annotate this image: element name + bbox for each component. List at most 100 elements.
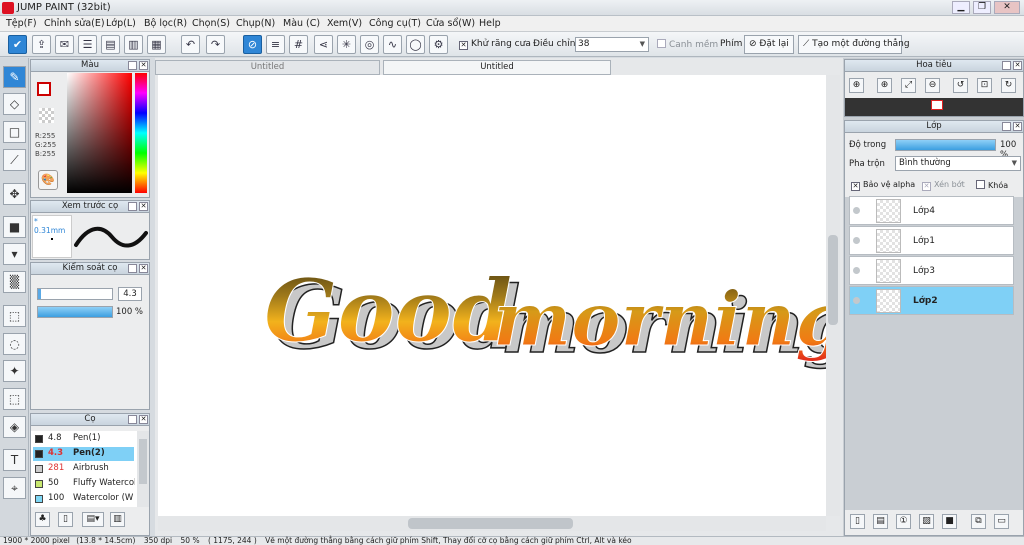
eyedropper-tool-icon[interactable]: ⌖ (3, 477, 26, 499)
no-ruler-icon[interactable]: ⊘ (243, 35, 262, 54)
menu-window[interactable]: Cửa sổ(W) (426, 18, 475, 29)
check-icon[interactable]: ✔ (8, 35, 27, 54)
brush-settings-icon[interactable]: ▥ (110, 512, 125, 527)
visibility-icon[interactable] (853, 237, 860, 244)
clip-toggle[interactable]: ✕ Xén bớt (922, 180, 965, 191)
blend-mode-select[interactable]: Bình thường ▼ (895, 156, 1021, 171)
lock-toggle[interactable]: Khóa (976, 180, 1008, 190)
close-icon[interactable]: ✕ (139, 202, 148, 211)
lasso-tool-icon[interactable]: ◌ (3, 333, 26, 355)
brush-size-value[interactable]: 4.3 (118, 287, 142, 301)
visibility-icon[interactable] (853, 297, 860, 304)
folder-icon[interactable]: ■ (942, 514, 957, 529)
select-eraser-tool-icon[interactable]: ◈ (3, 416, 26, 438)
hue-slider[interactable] (135, 73, 147, 193)
bucket-tool-icon[interactable]: ▾ (3, 243, 26, 265)
list-icon[interactable]: ☰ (78, 35, 97, 54)
settings-icon[interactable]: ⚙ (429, 35, 448, 54)
move-tool-icon[interactable]: ✥ (3, 183, 26, 205)
ellipse-icon[interactable]: ◯ (406, 35, 425, 54)
merge-layer-icon[interactable]: ⧉ (971, 514, 986, 529)
eraser-tool-icon[interactable]: ◇ (3, 93, 26, 115)
layer-opacity-slider[interactable] (895, 139, 996, 151)
saturation-brightness-picker[interactable] (67, 73, 132, 193)
brush-list-scroll-thumb[interactable] (139, 439, 147, 484)
brush-item[interactable]: 4.8 Pen(1) (33, 432, 134, 446)
brush-list-scrollbar[interactable] (137, 431, 149, 507)
select-pen-tool-icon[interactable]: ⬚ (3, 388, 26, 410)
menu-layer[interactable]: Lớp(L) (106, 18, 136, 29)
tone-layer-icon[interactable]: ▨ (919, 514, 934, 529)
close-icon[interactable]: ✕ (139, 61, 148, 70)
navigator-preview[interactable] (845, 98, 1023, 116)
duplicate-layer-icon[interactable]: ▤ (873, 514, 888, 529)
concentric-icon[interactable]: ◎ (360, 35, 379, 54)
magic-wand-tool-icon[interactable]: ✦ (3, 360, 26, 382)
menu-help[interactable]: Help (479, 18, 501, 29)
navigator-viewport-box[interactable] (931, 100, 943, 110)
menu-filter[interactable]: Bộ lọc(R) (144, 18, 187, 29)
comment-icon[interactable]: ✉ (55, 35, 74, 54)
fill-rect-tool-icon[interactable]: ■ (3, 216, 26, 238)
soft-align-checkbox[interactable] (657, 39, 666, 48)
menu-file[interactable]: Tệp(F) (6, 18, 37, 29)
undock-icon[interactable] (1002, 61, 1011, 70)
brush-item-selected[interactable]: 4.3 Pen(2) (33, 447, 134, 461)
curve-icon[interactable]: ∿ (383, 35, 402, 54)
close-icon[interactable]: ✕ (1013, 122, 1022, 131)
rotate-reset-icon[interactable]: ⊡ (977, 78, 992, 93)
lock-checkbox[interactable] (976, 180, 985, 189)
radial-icon[interactable]: ✳ (337, 35, 356, 54)
vertical-scroll-thumb[interactable] (828, 235, 838, 325)
menu-capture[interactable]: Chụp(N) (236, 18, 275, 29)
new-layer-icon[interactable]: ▯ (850, 514, 865, 529)
share-icon[interactable]: ⇪ (32, 35, 51, 54)
redo-icon[interactable]: ↷ (206, 35, 225, 54)
layer-row-selected[interactable]: Lớp2 (849, 286, 1014, 315)
rectangle-tool-icon[interactable]: □ (3, 121, 26, 143)
visibility-icon[interactable] (853, 207, 860, 214)
menu-select[interactable]: Chọn(S) (192, 18, 230, 29)
menu-color[interactable]: Màu (C) (283, 18, 320, 29)
new-brush-icon[interactable]: ▯ (58, 512, 73, 527)
brush-options-icon[interactable]: ▤▾ (82, 512, 104, 527)
palette-icon[interactable]: 🎨 (38, 170, 58, 190)
grid-icon[interactable]: # (289, 35, 308, 54)
delete-layer-icon[interactable]: ▭ (994, 514, 1009, 529)
visibility-icon[interactable] (853, 267, 860, 274)
gradient-tool-icon[interactable]: ▒ (3, 271, 26, 293)
perspective-icon[interactable]: ⋖ (314, 35, 333, 54)
close-icon[interactable]: ✕ (139, 264, 148, 273)
zoom-in-icon[interactable]: ⊕ (877, 78, 892, 93)
layer-row[interactable]: Lớp4 (849, 196, 1014, 225)
brush-opacity-slider[interactable] (37, 306, 113, 318)
parallel-lines-icon[interactable]: ≡ (266, 35, 285, 54)
brush-item[interactable]: 281 Airbrush (33, 462, 134, 476)
tab-untitled-2[interactable]: Untitled (383, 60, 611, 75)
zoom-in-small-icon[interactable]: ⊕ (849, 78, 864, 93)
rotate-left-icon[interactable]: ↺ (953, 78, 968, 93)
adjust-input[interactable]: 38 ▼ (575, 37, 649, 52)
layer-row[interactable]: Lớp1 (849, 226, 1014, 255)
horizontal-scroll-thumb[interactable] (408, 518, 573, 529)
pages-icon[interactable]: ▥ (124, 35, 143, 54)
create-line-button[interactable]: ⟋ Tạo một đường thẳng (798, 35, 910, 54)
tab-untitled-1[interactable]: Untitled (155, 60, 380, 75)
undo-icon[interactable]: ↶ (181, 35, 200, 54)
undock-icon[interactable] (128, 61, 137, 70)
menu-tools[interactable]: Công cụ(T) (369, 18, 421, 29)
line-tool-icon[interactable]: ⟋ (3, 149, 26, 171)
vertical-scrollbar[interactable] (826, 75, 840, 516)
brush-size-slider[interactable] (37, 288, 113, 300)
menu-edit[interactable]: Chỉnh sửa(E) (44, 18, 105, 29)
antialias-toggle[interactable]: ✕ Khử răng cưa (459, 39, 531, 50)
soft-align-toggle[interactable]: Canh mềm (657, 39, 718, 50)
minimize-button[interactable]: ▁ (952, 1, 970, 14)
restore-button[interactable]: ❐ (973, 1, 991, 14)
layer-mask-icon[interactable]: ① (896, 514, 911, 529)
close-icon[interactable]: ✕ (1013, 61, 1022, 70)
horizontal-scrollbar[interactable] (158, 516, 826, 531)
undock-icon[interactable] (1002, 122, 1011, 131)
text-tool-icon[interactable]: T (3, 449, 26, 471)
grid-tiles-icon[interactable]: ▦ (147, 35, 166, 54)
